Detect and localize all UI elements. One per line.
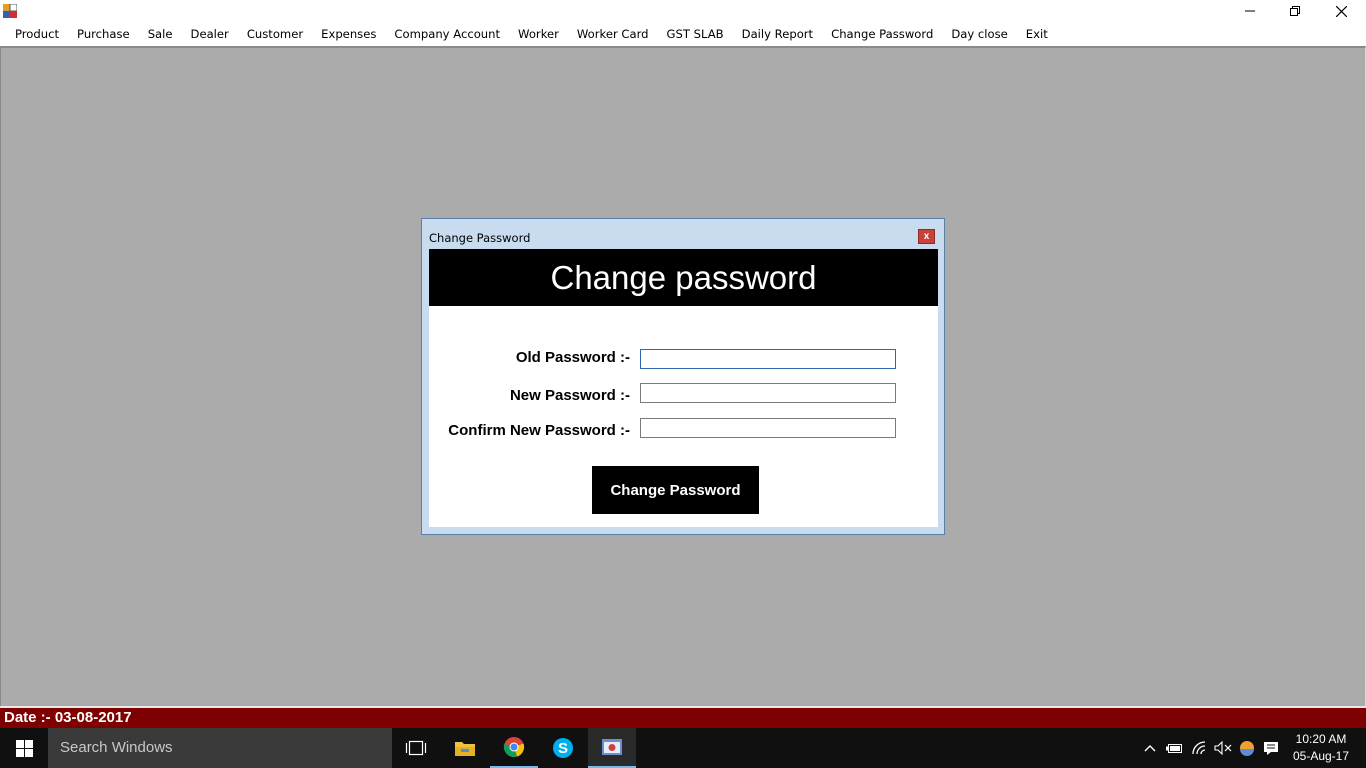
notification-icon xyxy=(1264,741,1278,755)
app-icon[interactable] xyxy=(3,3,18,18)
close-icon xyxy=(1335,5,1347,17)
menu-expenses[interactable]: Expenses xyxy=(312,23,385,46)
new-password-input[interactable] xyxy=(640,383,896,403)
menu-bar: Product Purchase Sale Dealer Customer Ex… xyxy=(0,23,1366,46)
dialog-body: Change password Old Password :- New Pass… xyxy=(429,249,938,527)
taskbar-skype[interactable]: S xyxy=(539,728,587,768)
folder-icon xyxy=(455,742,475,756)
taskbar-file-explorer[interactable] xyxy=(441,728,489,768)
skype-icon: S xyxy=(553,738,573,758)
tray-overflow[interactable] xyxy=(1140,728,1160,768)
menu-company-account[interactable]: Company Account xyxy=(385,23,509,46)
status-bar: Date :- 03-08-2017 xyxy=(0,706,1366,728)
change-password-dialog: Change Password x Change password Old Pa… xyxy=(421,218,945,535)
minimize-icon xyxy=(1245,10,1255,12)
minimize-button[interactable] xyxy=(1227,0,1273,22)
tray-action-center[interactable] xyxy=(1260,728,1282,768)
taskbar-search-box[interactable]: Search Windows xyxy=(48,728,392,768)
task-view-button[interactable] xyxy=(392,728,440,768)
windows-logo-icon xyxy=(15,739,33,757)
taskbar-chrome[interactable] xyxy=(490,728,538,768)
window-title-bar xyxy=(0,0,1366,23)
menu-customer[interactable]: Customer xyxy=(238,23,312,46)
taskbar-clock[interactable]: 10:20 AM 05-Aug-17 xyxy=(1285,731,1357,765)
weather-icon xyxy=(1240,741,1254,756)
menu-change-password[interactable]: Change Password xyxy=(822,23,942,46)
menu-day-close[interactable]: Day close xyxy=(942,23,1016,46)
wifi-icon xyxy=(1192,741,1206,755)
clock-date: 05-Aug-17 xyxy=(1292,749,1350,763)
tray-volume[interactable] xyxy=(1212,728,1234,768)
menu-worker[interactable]: Worker xyxy=(509,23,568,46)
new-password-label: New Password :- xyxy=(509,387,630,404)
old-password-label: Old Password :- xyxy=(515,349,630,366)
restore-button[interactable] xyxy=(1272,0,1318,22)
tray-network[interactable] xyxy=(1189,728,1211,768)
dialog-close-button[interactable]: x xyxy=(918,229,935,244)
volume-muted-icon xyxy=(1214,741,1232,755)
menu-worker-card[interactable]: Worker Card xyxy=(568,23,658,46)
menu-daily-report[interactable]: Daily Report xyxy=(733,23,822,46)
chrome-icon xyxy=(503,737,525,758)
close-window-button[interactable] xyxy=(1318,0,1364,22)
menu-sale[interactable]: Sale xyxy=(139,23,182,46)
confirm-password-label: Confirm New Password :- xyxy=(448,422,630,439)
status-date: Date :- 03-08-2017 xyxy=(4,709,132,726)
task-view-icon xyxy=(405,740,427,756)
restore-icon xyxy=(1290,6,1300,16)
tray-weather[interactable] xyxy=(1236,728,1258,768)
chevron-up-icon xyxy=(1144,745,1156,752)
menu-product[interactable]: Product xyxy=(6,23,68,46)
menu-purchase[interactable]: Purchase xyxy=(68,23,139,46)
svg-text:S: S xyxy=(558,740,568,757)
old-password-input[interactable] xyxy=(640,349,896,369)
start-button[interactable] xyxy=(0,728,48,768)
tray-battery[interactable] xyxy=(1164,728,1186,768)
menu-dealer[interactable]: Dealer xyxy=(182,23,238,46)
menu-exit[interactable]: Exit xyxy=(1017,23,1057,46)
battery-icon xyxy=(1166,744,1182,753)
clock-time: 10:20 AM xyxy=(1295,732,1347,746)
taskbar-app[interactable] xyxy=(588,728,636,768)
change-password-button[interactable]: Change Password xyxy=(592,466,759,514)
taskbar: Search Windows S 10:20 AM 05-Aug-17 xyxy=(0,728,1366,768)
menu-gst-slab[interactable]: GST SLAB xyxy=(658,23,733,46)
confirm-password-input[interactable] xyxy=(640,418,896,438)
app-window-icon xyxy=(602,739,622,755)
dialog-title: Change Password xyxy=(429,231,531,245)
dialog-header-title: Change password xyxy=(429,249,938,306)
